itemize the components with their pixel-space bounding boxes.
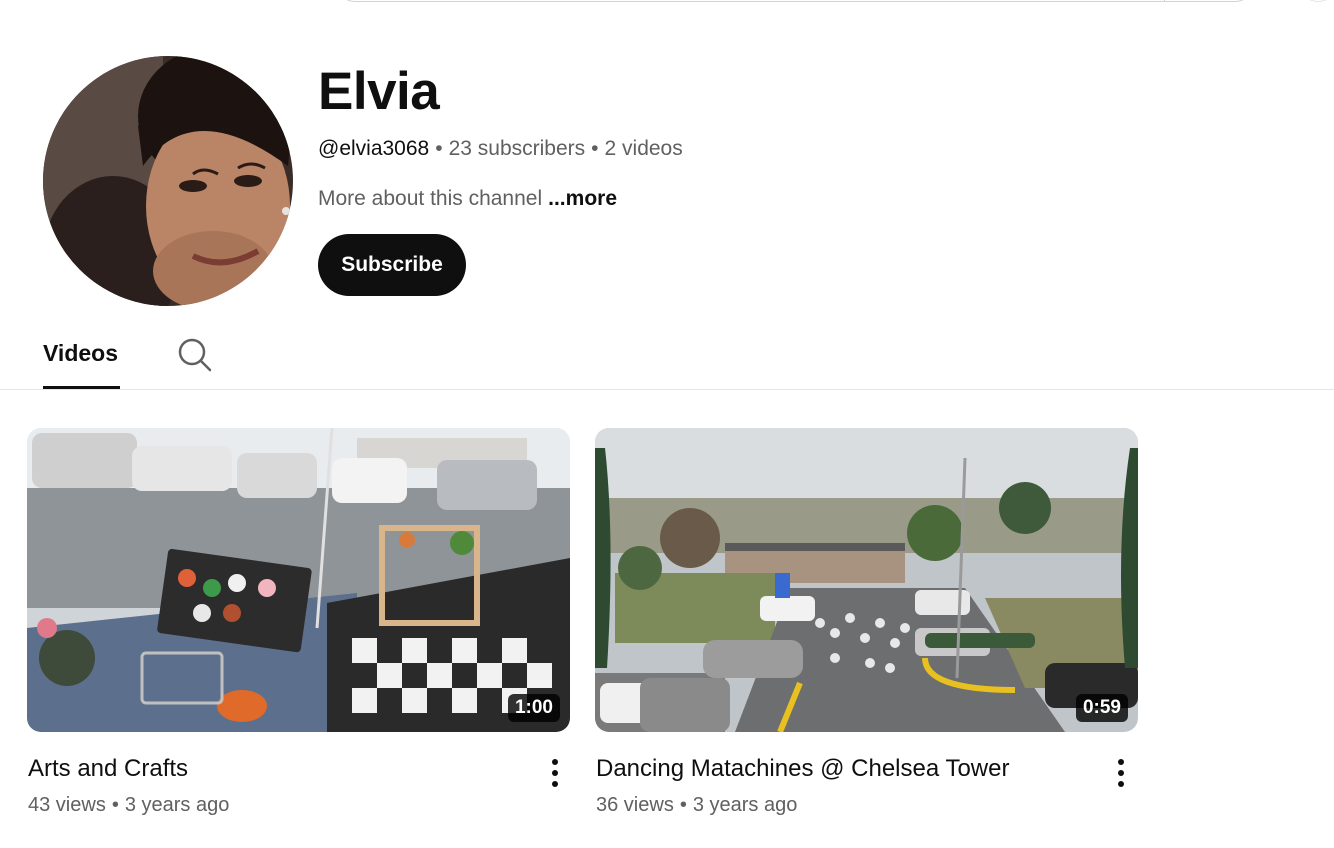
channel-about[interactable]: More about this channel ...more bbox=[318, 186, 617, 212]
top-search-box[interactable] bbox=[336, 0, 1254, 2]
meta-separator: • bbox=[111, 794, 119, 816]
more-vert-icon[interactable] bbox=[540, 756, 570, 790]
view-count: 43 views bbox=[28, 794, 106, 816]
more-link[interactable]: ...more bbox=[548, 187, 617, 210]
top-right-button[interactable] bbox=[1300, 0, 1334, 2]
subscribe-button[interactable]: Subscribe bbox=[318, 234, 466, 296]
view-count: 36 views bbox=[596, 794, 674, 816]
meta-separator: • bbox=[591, 137, 599, 160]
video-count: 2 videos bbox=[604, 137, 683, 160]
about-text: More about this channel bbox=[318, 187, 543, 210]
search-icon[interactable] bbox=[176, 336, 212, 372]
meta-separator: • bbox=[679, 794, 687, 816]
video-duration: 0:59 bbox=[1075, 694, 1128, 722]
tab-videos[interactable]: Videos bbox=[43, 336, 118, 370]
video-title[interactable]: Arts and Crafts bbox=[28, 754, 188, 784]
channel-avatar bbox=[43, 56, 293, 306]
video-meta: 43 views • 3 years ago bbox=[28, 792, 229, 818]
tabs-divider bbox=[0, 389, 1334, 390]
channel-meta: @elvia3068 • 23 subscribers • 2 videos bbox=[318, 136, 683, 162]
video-duration: 1:00 bbox=[507, 694, 560, 722]
video-title[interactable]: Dancing Matachines @ Chelsea Tower bbox=[596, 754, 1009, 784]
channel-name: Elvia bbox=[318, 62, 440, 121]
channel-handle: @elvia3068 bbox=[318, 137, 430, 160]
subscriber-count: 23 subscribers bbox=[448, 137, 586, 160]
search-divider bbox=[1164, 0, 1165, 2]
thumbnail-image bbox=[27, 428, 570, 732]
upload-age: 3 years ago bbox=[692, 794, 798, 816]
meta-separator: • bbox=[435, 137, 443, 160]
avatar-photo bbox=[43, 56, 293, 306]
video-thumbnail[interactable]: 0:59 bbox=[595, 428, 1138, 732]
channel-page: Elvia @elvia3068 • 23 subscribers • 2 videos… bbox=[0, 0, 1334, 848]
upload-age: 3 years ago bbox=[124, 794, 230, 816]
more-vert-icon[interactable] bbox=[1106, 756, 1136, 790]
video-card[interactable]: 0:59 Dancing Matachines @ Chelsea Tower … bbox=[595, 428, 1139, 816]
video-card[interactable]: 1:00 Arts and Crafts 43 views • 3 years ag… bbox=[27, 428, 571, 816]
video-meta: 36 views • 3 years ago bbox=[596, 792, 797, 818]
thumbnail-image bbox=[595, 428, 1138, 732]
video-thumbnail[interactable]: 1:00 bbox=[27, 428, 570, 732]
